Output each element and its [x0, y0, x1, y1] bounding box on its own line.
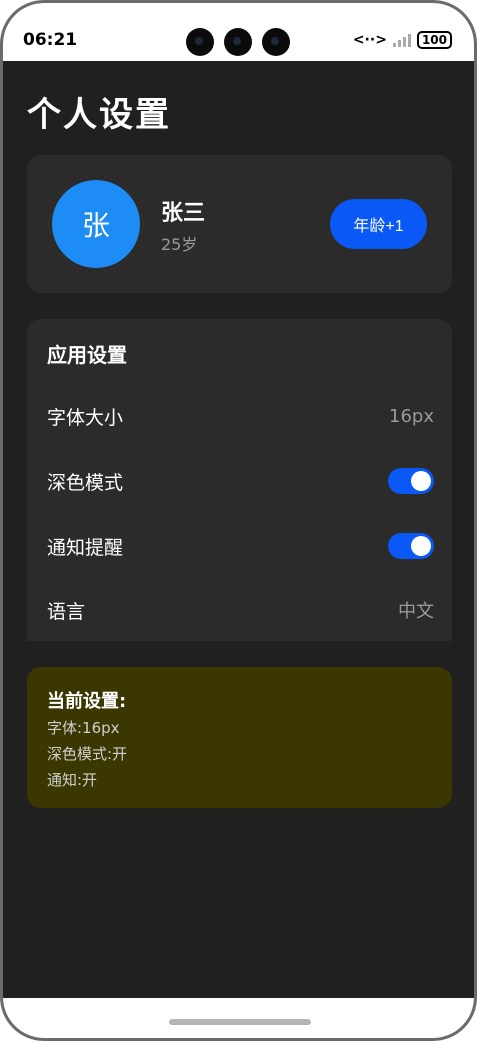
toggle-knob	[411, 536, 431, 556]
current-setting-line: 通知:开	[47, 771, 98, 789]
notification-toggle[interactable]	[388, 533, 434, 559]
app-settings-card: 应用设置 字体大小 16px 深色模式 通知提醒 语言 中文	[27, 319, 452, 641]
dark-mode-toggle[interactable]	[388, 468, 434, 494]
setting-row-notifications: 通知提醒	[47, 526, 434, 566]
camera-icon	[224, 28, 252, 56]
setting-label: 语言	[47, 600, 86, 623]
current-settings-title: 当前设置:	[47, 691, 127, 712]
current-setting-line: 字体:16px	[47, 719, 120, 737]
setting-row-font-size[interactable]: 字体大小 16px	[47, 396, 434, 436]
app-screen: 个人设置 张 张三 25岁 年龄+1 应用设置 字体大小 16px 深色模式 通…	[3, 61, 474, 1001]
setting-label: 字体大小	[47, 406, 124, 429]
toggle-knob	[411, 471, 431, 491]
profile-card: 张 张三 25岁 年龄+1	[27, 155, 452, 293]
section-title: 应用设置	[47, 343, 127, 367]
home-indicator[interactable]	[169, 1019, 311, 1025]
setting-row-dark-mode: 深色模式	[47, 461, 434, 501]
setting-value: 中文	[398, 601, 434, 622]
avatar: 张	[52, 180, 140, 268]
current-setting-line: 深色模式:开	[47, 745, 128, 763]
navigation-bar	[3, 998, 474, 1038]
camera-icon	[262, 28, 290, 56]
setting-label: 通知提醒	[47, 536, 124, 559]
network-icon: <··>	[352, 32, 387, 48]
setting-label: 深色模式	[47, 471, 124, 494]
signal-icon	[392, 33, 411, 47]
status-time: 06:21	[23, 30, 78, 50]
age-increment-button[interactable]: 年龄+1	[330, 199, 427, 249]
page-title: 个人设置	[27, 95, 171, 135]
setting-value: 16px	[389, 405, 434, 427]
camera-icon	[186, 28, 214, 56]
profile-name: 张三	[161, 201, 206, 226]
status-icons: <··> 100	[353, 31, 452, 49]
setting-row-language[interactable]: 语言 中文	[47, 590, 434, 630]
battery-icon: 100	[416, 31, 452, 49]
status-bar: 06:21 <··> 100	[3, 3, 474, 61]
current-settings-card: 当前设置: 字体:16px 深色模式:开 通知:开	[27, 667, 452, 808]
phone-frame: 06:21 <··> 100 个人设置 张 张三 25岁 年龄+1 应用设置 字…	[0, 0, 477, 1041]
profile-age: 25岁	[161, 235, 198, 254]
